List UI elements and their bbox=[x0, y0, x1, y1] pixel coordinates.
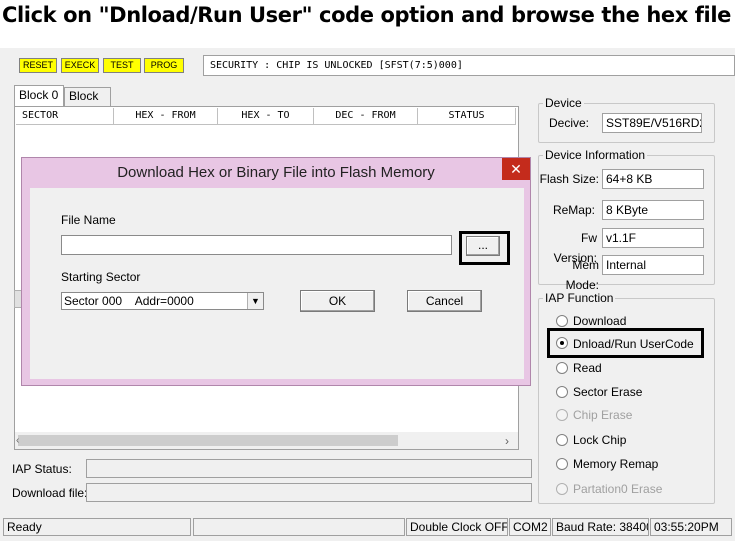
remap-label: ReMap: bbox=[552, 203, 595, 217]
fw-version-value: v1.1F bbox=[602, 228, 704, 248]
radio-read-label[interactable]: Read bbox=[573, 361, 602, 375]
radio-chip-erase bbox=[556, 409, 568, 421]
status-port: COM2 bbox=[509, 518, 551, 536]
tab-block-0[interactable]: Block 0 bbox=[14, 85, 64, 106]
status-clock: Double Clock OFF bbox=[406, 518, 508, 536]
flash-size-label: Flash Size: bbox=[539, 172, 599, 186]
radio-lock-chip[interactable] bbox=[556, 434, 568, 446]
highlight-box-usercode bbox=[547, 328, 704, 358]
radio-sector-erase-label[interactable]: Sector Erase bbox=[573, 385, 642, 399]
iap-function-group-label: IAP Function bbox=[543, 291, 616, 305]
sector-select-value: Sector 000 Addr=0000 bbox=[64, 294, 194, 308]
status-ready: Ready bbox=[3, 518, 191, 536]
radio-sector-erase[interactable] bbox=[556, 386, 568, 398]
status-empty-panel bbox=[193, 518, 405, 536]
radio-partation0-erase-label: Partation0 Erase bbox=[573, 482, 663, 496]
exec-button[interactable]: EXECK bbox=[61, 58, 99, 73]
column-header-status[interactable]: STATUS bbox=[418, 108, 516, 125]
iap-status-field bbox=[86, 459, 532, 478]
cancel-button[interactable]: Cancel bbox=[407, 290, 482, 312]
radio-memory-remap-label[interactable]: Memory Remap bbox=[573, 457, 658, 471]
dialog-title: Download Hex or Binary File into Flash M… bbox=[117, 164, 435, 181]
chevron-right-icon[interactable]: › bbox=[505, 434, 517, 448]
flash-size-value: 64+8 KB bbox=[602, 169, 704, 189]
remap-value: 8 KByte bbox=[602, 200, 704, 220]
radio-partation0-erase bbox=[556, 483, 568, 495]
file-name-input[interactable] bbox=[61, 235, 452, 255]
column-header-sector[interactable]: SECTOR bbox=[16, 108, 114, 125]
radio-chip-erase-label: Chip Erase bbox=[573, 408, 633, 422]
close-icon[interactable]: ✕ bbox=[502, 158, 530, 180]
radio-read[interactable] bbox=[556, 362, 568, 374]
chevron-down-icon[interactable]: ▼ bbox=[247, 293, 263, 309]
device-value: SST89E/V516RD2 bbox=[602, 113, 702, 133]
column-header-hex-from[interactable]: HEX - FROM bbox=[114, 108, 218, 125]
chevron-left-icon[interactable]: ‹ bbox=[16, 434, 28, 448]
download-file-field bbox=[86, 483, 532, 502]
prog-button[interactable]: PROG bbox=[144, 58, 184, 73]
device-label: Decive: bbox=[548, 116, 589, 130]
tab-block-1[interactable]: Block 1 bbox=[64, 87, 111, 120]
column-header-hex-to[interactable]: HEX - TO bbox=[218, 108, 314, 125]
ok-button[interactable]: OK bbox=[300, 290, 375, 312]
reset-button[interactable]: RESET bbox=[19, 58, 57, 73]
device-group-label: Device bbox=[543, 96, 584, 110]
download-file-label: Download file: bbox=[12, 486, 88, 500]
column-header-dec-from[interactable]: DEC - FROM bbox=[314, 108, 418, 125]
instruction-caption: Click on "Dnload/Run User" code option a… bbox=[2, 3, 731, 27]
security-status: SECURITY : CHIP IS UNLOCKED [SFST(7:5)00… bbox=[203, 55, 735, 76]
status-baud: Baud Rate: 38400 bbox=[552, 518, 649, 536]
test-button[interactable]: TEST bbox=[103, 58, 141, 73]
mem-mode-value: Internal bbox=[602, 255, 704, 275]
status-time: 03:55:20PM bbox=[650, 518, 732, 536]
iap-status-label: IAP Status: bbox=[12, 462, 72, 476]
radio-download-label[interactable]: Download bbox=[573, 314, 626, 328]
scrollbar-thumb[interactable] bbox=[18, 435, 398, 446]
mem-mode-label: Mem Mode: bbox=[565, 258, 599, 292]
radio-memory-remap[interactable] bbox=[556, 458, 568, 470]
file-name-label: File Name bbox=[61, 213, 116, 227]
device-info-group-label: Device Information bbox=[543, 148, 648, 162]
radio-download[interactable] bbox=[556, 315, 568, 327]
starting-sector-label: Starting Sector bbox=[61, 270, 141, 284]
browse-button[interactable]: ... bbox=[466, 236, 500, 256]
radio-lock-chip-label[interactable]: Lock Chip bbox=[573, 433, 626, 447]
